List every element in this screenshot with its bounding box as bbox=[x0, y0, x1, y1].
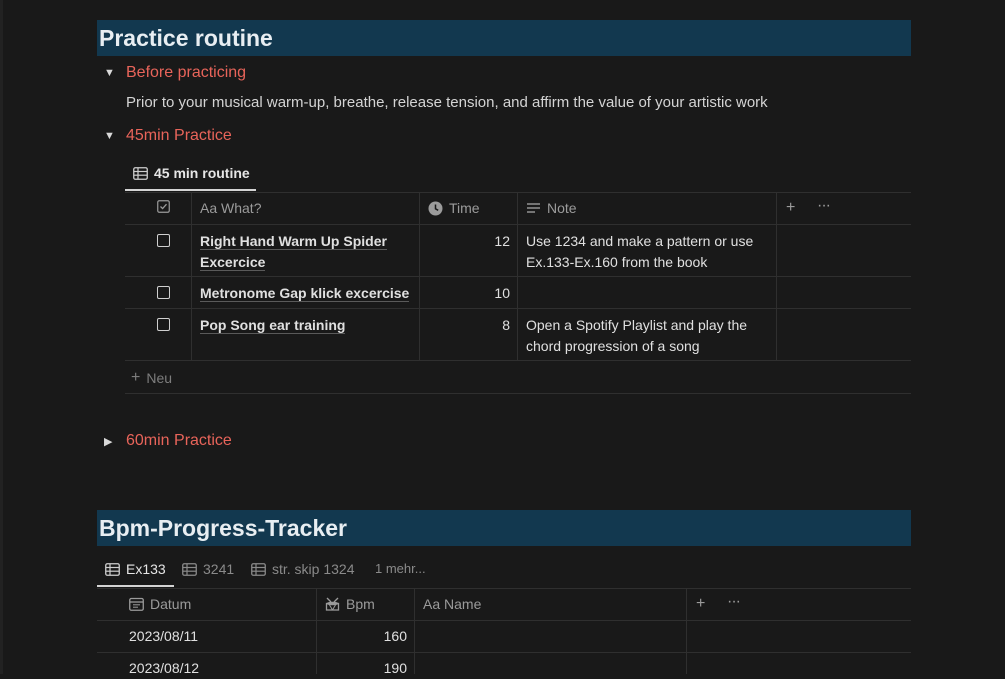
note-line: Open a Spotify Playlist and play the bbox=[526, 317, 748, 333]
column-header-label: Aa Name bbox=[423, 596, 482, 612]
column-divider bbox=[419, 192, 420, 360]
table-divider bbox=[125, 276, 911, 277]
column-header-label: Time bbox=[449, 200, 480, 216]
row-title-line: Metronome Gap klick excercise bbox=[200, 285, 410, 302]
note-cell[interactable]: Use 1234 and make a pattern or use Ex.13… bbox=[526, 231, 772, 273]
table-divider bbox=[125, 393, 911, 394]
view-tab-label: Ex133 bbox=[126, 561, 166, 577]
view-tab-ex133[interactable]: Ex133 bbox=[105, 561, 166, 577]
bpm-cell[interactable]: 160 bbox=[325, 626, 407, 647]
plus-icon: + bbox=[131, 369, 141, 386]
add-property-icon[interactable]: + bbox=[786, 199, 795, 217]
toggle-label: 45min Practice bbox=[126, 127, 232, 144]
row-title[interactable]: Metronome Gap klick excercise bbox=[200, 283, 414, 304]
more-views-label: 1 mehr... bbox=[375, 561, 426, 576]
toggle-45min-practice[interactable]: ▼ 45min Practice bbox=[104, 125, 232, 147]
before-practicing-text: Prior to your musical warm-up, breathe, … bbox=[126, 94, 768, 111]
column-header-bpm[interactable]: Bpm bbox=[325, 596, 375, 612]
table-divider bbox=[125, 192, 911, 193]
add-row-button[interactable]: + Neu bbox=[131, 369, 172, 387]
column-divider bbox=[414, 588, 415, 674]
column-header-time[interactable]: Time bbox=[428, 200, 480, 216]
note-cell[interactable]: Open a Spotify Playlist and play the cho… bbox=[526, 315, 772, 357]
column-divider bbox=[776, 192, 777, 360]
toggle-open-icon[interactable]: ▼ bbox=[104, 67, 118, 79]
row-title[interactable]: Right Hand Warm Up Spider Excercice bbox=[200, 231, 414, 273]
column-header-label: Note bbox=[547, 200, 577, 216]
view-tab-label: str. skip 1324 bbox=[272, 561, 355, 577]
toggle-label: Before practicing bbox=[126, 64, 247, 81]
toggle-closed-icon[interactable]: ▶ bbox=[104, 435, 118, 448]
column-header-note[interactable]: Note bbox=[526, 200, 577, 216]
row-checkbox[interactable] bbox=[157, 318, 170, 331]
row-title-line: Pop Song ear training bbox=[200, 317, 346, 334]
time-cell[interactable]: 12 bbox=[428, 231, 510, 252]
table-divider bbox=[97, 652, 911, 653]
active-tab-indicator bbox=[125, 189, 256, 191]
column-divider bbox=[316, 588, 317, 674]
checkbox-property-icon bbox=[157, 200, 170, 213]
column-divider bbox=[686, 588, 687, 674]
active-tab-indicator bbox=[97, 585, 174, 587]
view-tab-str-skip-1324[interactable]: str. skip 1324 bbox=[251, 561, 355, 577]
row-title-line: Excercice bbox=[200, 254, 266, 271]
clock-icon bbox=[428, 201, 443, 216]
more-options-icon[interactable]: ··· bbox=[817, 197, 831, 215]
row-title-line: Right Hand Warm Up Spider bbox=[200, 233, 387, 250]
column-header-label: Bpm bbox=[346, 596, 375, 612]
table-icon bbox=[133, 166, 148, 180]
note-line: Use 1234 and make a pattern or use bbox=[526, 233, 754, 249]
add-property-icon[interactable]: + bbox=[696, 595, 705, 613]
table-divider bbox=[125, 360, 911, 361]
row-checkbox[interactable] bbox=[157, 286, 170, 299]
table-icon bbox=[105, 562, 120, 576]
date-cell[interactable]: 2023/08/11 bbox=[129, 626, 198, 647]
calendar-icon bbox=[129, 597, 144, 611]
practice-heading: Practice routine bbox=[97, 20, 911, 56]
row-checkbox[interactable] bbox=[157, 234, 170, 247]
toggle-open-icon[interactable]: ▼ bbox=[104, 130, 118, 142]
drum-icon bbox=[325, 597, 340, 612]
bpm-cell[interactable]: 190 bbox=[325, 658, 407, 679]
table-divider bbox=[97, 620, 911, 621]
view-tab-3241[interactable]: 3241 bbox=[182, 561, 234, 577]
view-tab-45-min-routine[interactable]: 45 min routine bbox=[133, 165, 250, 181]
table-divider bbox=[97, 588, 911, 589]
checkbox-column-header[interactable] bbox=[157, 200, 170, 213]
column-header-datum[interactable]: Datum bbox=[129, 596, 191, 612]
add-row-label: Neu bbox=[146, 370, 173, 386]
column-divider bbox=[517, 192, 518, 360]
toggle-before-practicing[interactable]: ▼ Before practicing bbox=[104, 62, 246, 84]
toggle-label: 60min Practice bbox=[126, 432, 232, 449]
date-cell[interactable]: 2023/08/12 bbox=[129, 658, 199, 679]
view-tab-label: 45 min routine bbox=[154, 165, 250, 181]
view-tab-label: 3241 bbox=[203, 561, 235, 577]
column-divider bbox=[191, 192, 192, 360]
table-divider bbox=[125, 308, 911, 309]
table-icon bbox=[251, 562, 266, 576]
row-title[interactable]: Pop Song ear training bbox=[200, 315, 414, 336]
column-header-label: Datum bbox=[150, 596, 192, 612]
note-line: chord progression of a song bbox=[526, 338, 700, 354]
table-icon bbox=[182, 562, 197, 576]
note-line: Ex.133-Ex.160 from the book bbox=[526, 254, 708, 270]
page-edge bbox=[0, 0, 3, 674]
text-lines-icon bbox=[526, 202, 541, 215]
toggle-60min-practice[interactable]: ▶ 60min Practice bbox=[104, 430, 232, 452]
more-options-icon[interactable]: ··· bbox=[727, 593, 741, 611]
time-cell[interactable]: 8 bbox=[428, 315, 510, 336]
column-header-what[interactable]: Aa What? bbox=[200, 200, 261, 216]
table-divider bbox=[125, 224, 911, 225]
column-header-name[interactable]: Aa Name bbox=[423, 596, 481, 612]
tracker-heading: Bpm-Progress-Tracker bbox=[97, 510, 911, 546]
column-header-label: Aa What? bbox=[200, 200, 262, 216]
time-cell[interactable]: 10 bbox=[428, 283, 510, 304]
more-views-button[interactable]: 1 mehr... bbox=[375, 561, 426, 576]
